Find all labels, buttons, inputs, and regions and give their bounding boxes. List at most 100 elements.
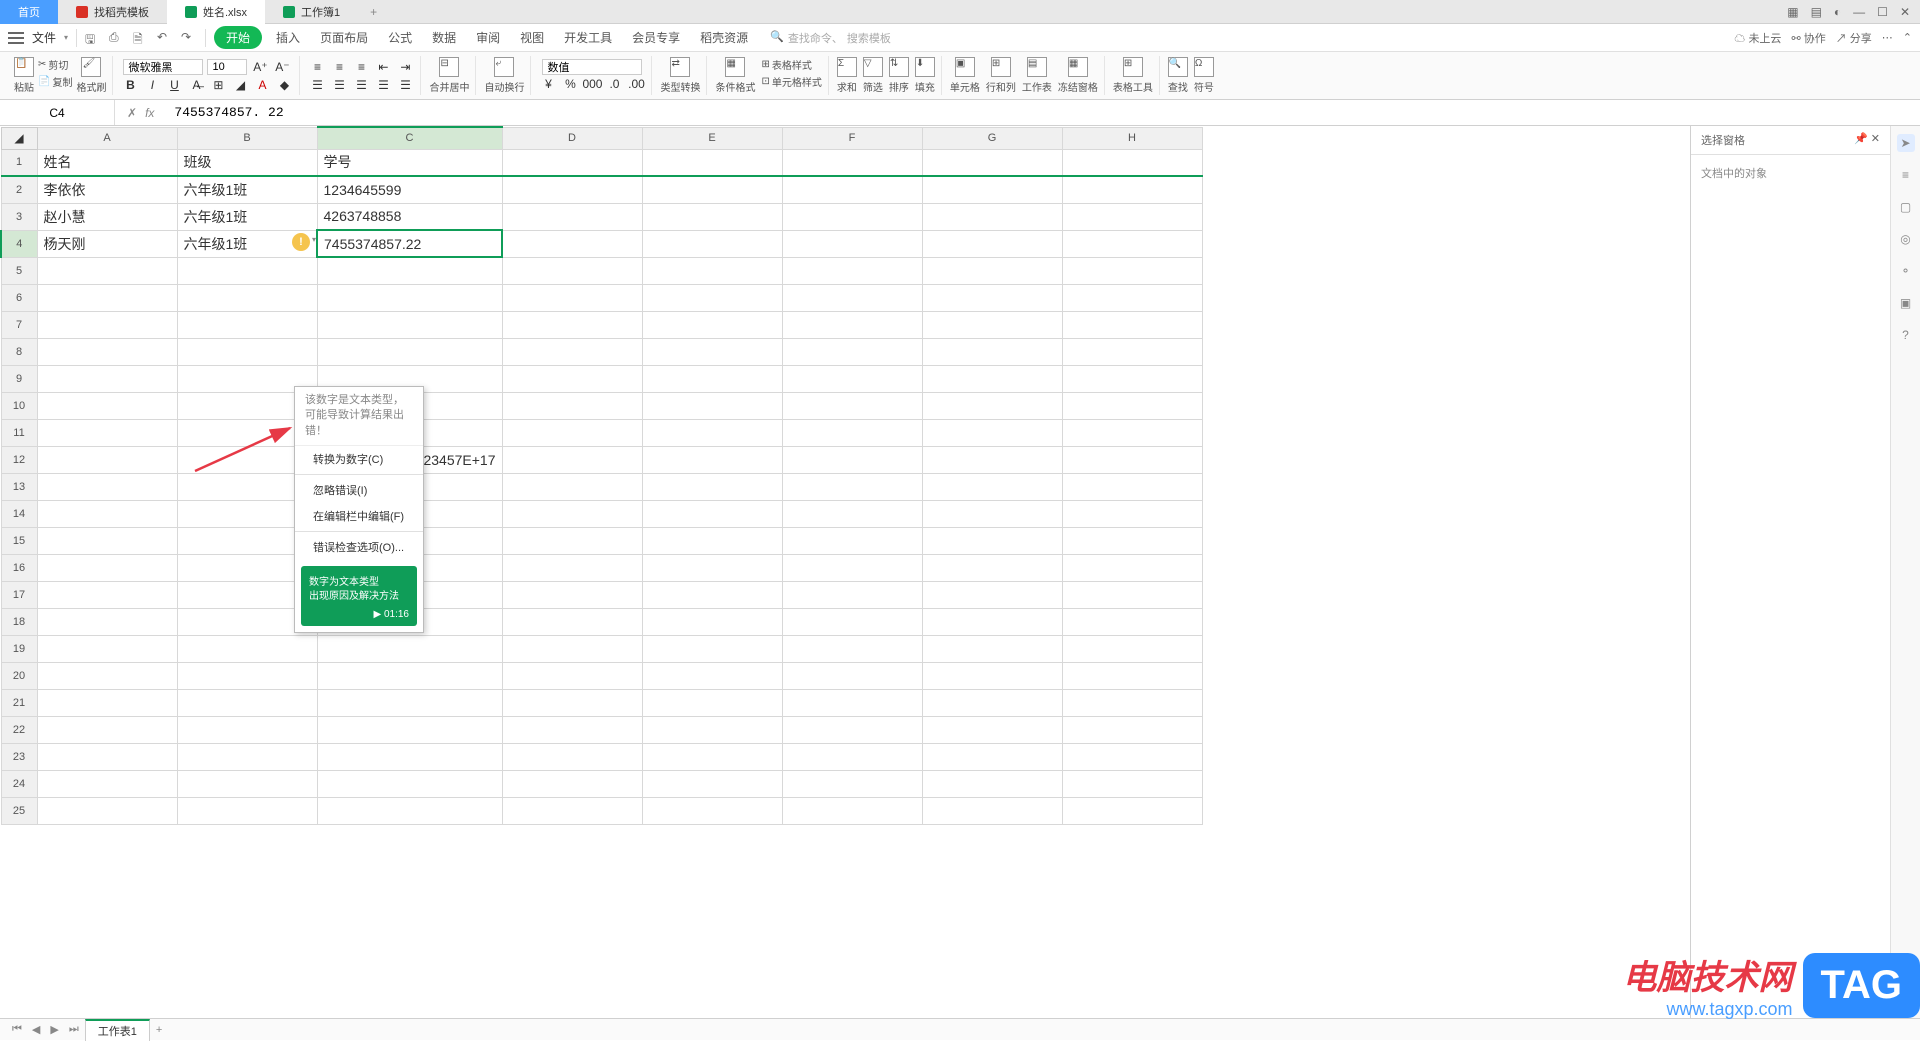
cell-B1[interactable]: 班级 <box>177 149 317 176</box>
close-pane-icon[interactable]: ✕ <box>1871 133 1880 145</box>
currency-button[interactable]: ¥ <box>539 75 557 93</box>
menu-devtools[interactable]: 开发工具 <box>558 29 618 46</box>
col-head-D[interactable]: D <box>502 127 642 149</box>
row-head-2[interactable]: 2 <box>1 176 37 203</box>
minimize-icon[interactable]: — <box>1853 5 1865 19</box>
increase-font[interactable]: A⁺ <box>251 58 269 76</box>
align-center[interactable]: ☰ <box>330 76 348 94</box>
cell-C1[interactable]: 学号 <box>317 149 502 176</box>
maximize-icon[interactable]: ☐ <box>1877 5 1888 19</box>
coop-button[interactable]: ⚯ 协作 <box>1791 30 1825 46</box>
formula-input[interactable] <box>166 105 1920 120</box>
size-select[interactable] <box>207 59 247 75</box>
worksheet-button[interactable]: ▤工作表 <box>1022 57 1052 94</box>
menu-member[interactable]: 会员专享 <box>626 29 686 46</box>
menu-edit-in-formula-bar[interactable]: 在编辑栏中编辑(F) <box>295 503 423 529</box>
fill-color-button[interactable]: ◢ <box>231 76 249 94</box>
apps-icon[interactable]: ▤ <box>1811 5 1822 19</box>
align-left[interactable]: ☰ <box>308 76 326 94</box>
row-head-4[interactable]: 4 <box>1 230 37 257</box>
tab-home[interactable]: 首页 <box>0 0 58 24</box>
align-middle[interactable]: ≡ <box>330 58 348 76</box>
col-head-E[interactable]: E <box>642 127 782 149</box>
menu-pagelayout[interactable]: 页面布局 <box>314 29 374 46</box>
inc-decimal[interactable]: .0 <box>605 75 623 93</box>
menu-data[interactable]: 数据 <box>426 29 462 46</box>
menu-error-check-options[interactable]: 错误检查选项(O)... <box>295 534 423 560</box>
col-head-B[interactable]: B <box>177 127 317 149</box>
cell-A4[interactable]: 杨天刚 <box>37 230 177 257</box>
menu-resources[interactable]: 稻壳资源 <box>694 29 754 46</box>
grid-wrap[interactable]: ◢ A B C D E F G H 1 姓名 班级 学号 <box>0 126 1690 1018</box>
percent-button[interactable]: % <box>561 75 579 93</box>
paste-button[interactable]: 📋粘贴 <box>14 57 34 94</box>
italic-button[interactable]: I <box>143 76 161 94</box>
freeze-button[interactable]: ▦冻结窗格 <box>1058 57 1098 94</box>
sheet-nav-first[interactable]: ⏮ <box>8 1023 26 1036</box>
cell-style-button[interactable]: ⊡ 单元格样式 <box>761 74 821 89</box>
error-dropdown-icon[interactable]: ▾ <box>312 235 316 244</box>
more-icon[interactable]: ⋯ <box>1882 31 1893 44</box>
align-bottom[interactable]: ≡ <box>352 58 370 76</box>
fx-icon[interactable]: fx <box>145 106 154 120</box>
cell-C2[interactable]: 1234645599 <box>317 176 502 203</box>
col-head-A[interactable]: A <box>37 127 177 149</box>
cloud-status[interactable]: ☁ 未上云 <box>1734 30 1781 46</box>
cut-button[interactable]: ✂ 剪切 <box>38 57 72 72</box>
cell-button[interactable]: ▣单元格 <box>950 57 980 94</box>
decrease-font[interactable]: A⁻ <box>273 58 291 76</box>
search-box[interactable]: 🔍 查找命令、 搜索模板 <box>770 30 891 46</box>
menu-formula[interactable]: 公式 <box>382 29 418 46</box>
row-head-1[interactable]: 1 <box>1 149 37 176</box>
tool-icon-1[interactable]: ≡ <box>1897 166 1915 184</box>
help-icon[interactable]: ? <box>1897 326 1915 344</box>
col-head-F[interactable]: F <box>782 127 922 149</box>
menu-review[interactable]: 审阅 <box>470 29 506 46</box>
indent-right[interactable]: ⇥ <box>396 58 414 76</box>
align-right[interactable]: ☰ <box>352 76 370 94</box>
sheet-nav-last[interactable]: ⏭ <box>65 1023 83 1036</box>
menu-convert-to-number[interactable]: 转换为数字(C) <box>295 446 423 472</box>
rowcol-button[interactable]: ⊞行和列 <box>986 57 1016 94</box>
user-icon[interactable]: ◐ <box>1834 5 1841 19</box>
sheet-add[interactable]: + <box>152 1024 166 1036</box>
number-format-select[interactable] <box>542 59 642 75</box>
collapse-icon[interactable]: ⌃ <box>1903 31 1912 44</box>
close-icon[interactable]: ✕ <box>1900 5 1910 19</box>
sheet-nav-next[interactable]: ▶ <box>46 1023 62 1036</box>
select-all-corner[interactable]: ◢ <box>1 127 37 149</box>
print-icon[interactable]: ⎙ <box>109 30 125 46</box>
font-select[interactable] <box>123 59 203 75</box>
help-video-card[interactable]: 数字为文本类型 出现原因及解决方法 ▶ 01:16 <box>301 566 417 626</box>
spreadsheet-grid[interactable]: ◢ A B C D E F G H 1 姓名 班级 学号 <box>0 126 1203 825</box>
tile-icon[interactable]: ▦ <box>1787 5 1798 19</box>
align-justify[interactable]: ☰ <box>374 76 392 94</box>
cell-reference-box[interactable] <box>0 100 115 125</box>
sum-button[interactable]: Σ求和 <box>837 57 857 94</box>
table-style-button[interactable]: ⊞ 表格样式 <box>761 57 821 72</box>
sheet-nav-prev[interactable]: ◀ <box>28 1023 44 1036</box>
cell-A3[interactable]: 赵小慧 <box>37 203 177 230</box>
symbol-button[interactable]: Ω符号 <box>1194 57 1214 94</box>
error-badge-icon[interactable]: ! <box>292 233 310 251</box>
menu-ignore-error[interactable]: 忽略错误(I) <box>295 477 423 503</box>
col-head-G[interactable]: G <box>922 127 1062 149</box>
row-head-3[interactable]: 3 <box>1 203 37 230</box>
col-head-H[interactable]: H <box>1062 127 1202 149</box>
font-color-button[interactable]: A <box>253 76 271 94</box>
pin-icon[interactable]: 📌 <box>1854 133 1868 145</box>
share-button[interactable]: ↗ 分享 <box>1836 30 1872 46</box>
bold-button[interactable]: B <box>121 76 139 94</box>
strike-button[interactable]: A̶ <box>187 76 205 94</box>
cell-C4[interactable]: ! ▾ 7455374857.22 <box>317 230 502 257</box>
tab-add[interactable]: + <box>358 5 389 19</box>
col-head-C[interactable]: C <box>317 127 502 149</box>
undo-icon[interactable]: ↶ <box>157 30 173 46</box>
orientation[interactable]: ☰ <box>396 76 414 94</box>
cell-A1[interactable]: 姓名 <box>37 149 177 176</box>
menu-view[interactable]: 视图 <box>514 29 550 46</box>
sheet-tab-1[interactable]: 工作表1 <box>85 1019 150 1041</box>
tab-file1[interactable]: 姓名.xlsx <box>167 0 265 24</box>
cell-A2[interactable]: 李依依 <box>37 176 177 203</box>
cursor-tool-icon[interactable]: ➤ <box>1897 134 1915 152</box>
